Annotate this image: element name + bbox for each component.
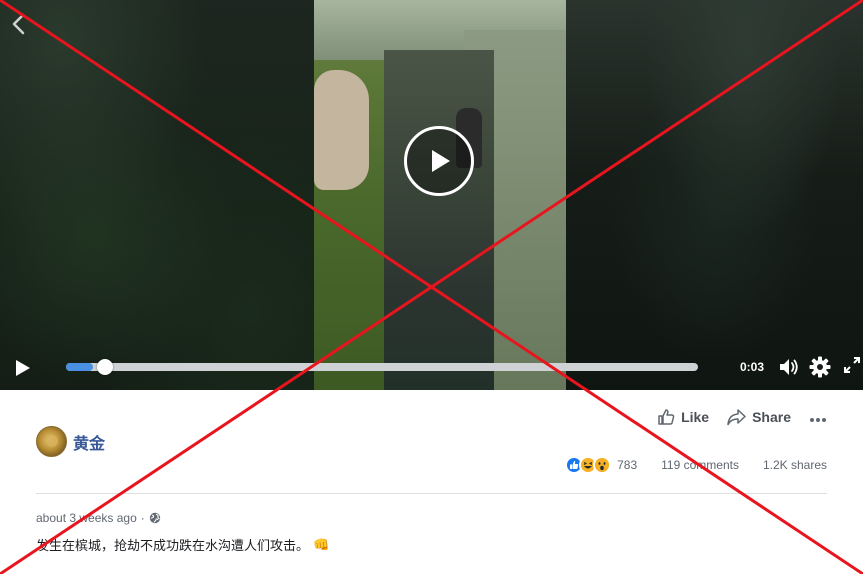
play-icon [432, 150, 450, 172]
post-root: 0:03 Like Share 黄金 783 119 comments 1.2K… [0, 0, 863, 574]
thumbs-up-icon [658, 409, 675, 425]
video-controls: 0:03 [0, 348, 863, 390]
divider [36, 493, 827, 494]
volume-icon[interactable] [778, 356, 800, 378]
author-name[interactable]: 黄金 [73, 430, 105, 454]
more-horizontal-icon [810, 418, 826, 422]
post-timestamp[interactable]: about 3 weeks ago [36, 511, 137, 525]
frame-hand [314, 70, 369, 190]
video-blur-left [0, 0, 314, 390]
post-actions: Like Share [657, 408, 827, 426]
play-icon[interactable] [14, 358, 32, 378]
share-label: Share [752, 409, 791, 425]
share-button[interactable]: Share [727, 408, 791, 426]
avatar[interactable] [36, 426, 67, 457]
globe-icon [149, 512, 160, 524]
progress-fill [66, 363, 93, 371]
video-time: 0:03 [740, 360, 765, 374]
post-body: 发生在槟城，抢劫不成功跌在水沟遭人们攻击。 [36, 538, 310, 553]
like-button[interactable]: Like [657, 408, 709, 426]
like-label: Like [681, 409, 710, 425]
wow-reaction-icon [593, 456, 612, 474]
reactions-summary[interactable]: 783 [565, 456, 637, 474]
progress-bar[interactable] [66, 359, 698, 375]
post-meta: about 3 weeks ago · [36, 511, 161, 525]
shares-count-link[interactable]: 1.2K shares [763, 458, 827, 472]
meta-separator: · [140, 511, 145, 525]
comments-count-link[interactable]: 119 comments [661, 458, 739, 472]
post-stats: 783 119 comments 1.2K shares [565, 456, 827, 474]
frame-ditch [384, 50, 494, 390]
video-player[interactable]: 0:03 [0, 0, 863, 390]
share-arrow-icon [727, 408, 746, 425]
video-blur-right [566, 0, 863, 390]
post-author: 黄金 [36, 426, 105, 457]
post-text: 发生在槟城，抢劫不成功跌在水沟遭人们攻击。 👊 [36, 535, 329, 554]
gear-icon[interactable] [809, 356, 831, 378]
fist-emoji: 👊 [313, 536, 330, 552]
progress-knob[interactable] [97, 359, 113, 375]
reaction-count: 783 [617, 458, 638, 472]
more-options-button[interactable] [809, 410, 827, 424]
play-overlay-button[interactable] [404, 126, 474, 196]
chevron-left-icon[interactable] [10, 12, 28, 36]
fullscreen-icon[interactable] [844, 357, 860, 373]
